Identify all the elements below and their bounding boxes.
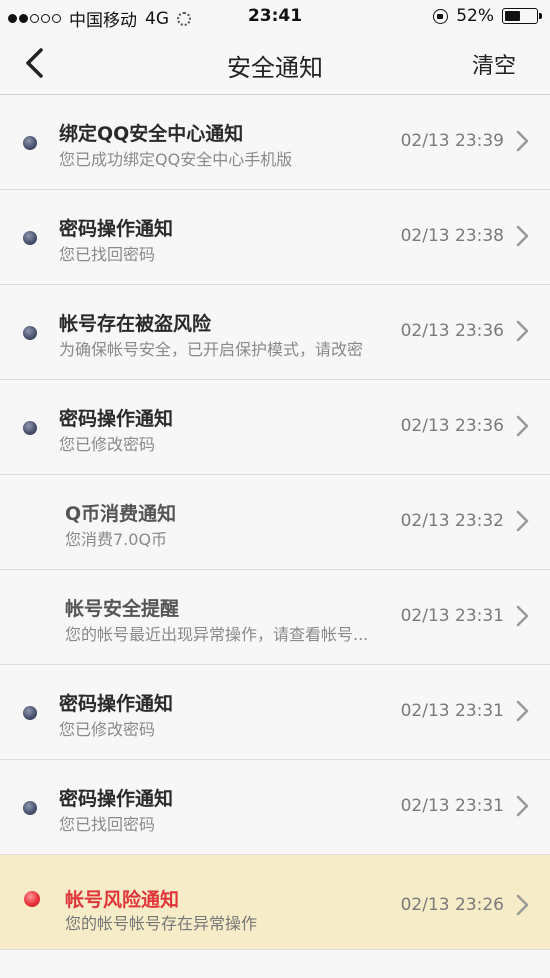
notification-subtitle: 您消费7.0Q币: [65, 530, 168, 549]
unread-indicator-icon: [23, 136, 37, 150]
chevron-right-icon: [516, 605, 529, 627]
notification-row[interactable]: 帐号安全提醒您的帐号最近出现异常操作，请查看帐号... 02/13 23:31: [0, 570, 550, 665]
notification-title: 帐号风险通知: [65, 889, 180, 911]
chevron-right-icon: [516, 225, 529, 247]
notification-row[interactable]: 密码操作通知 您已修改密码 02/13 23:36: [0, 380, 550, 475]
notification-title: 密码操作通知: [59, 408, 174, 430]
notification-time: 02/13 23:36: [400, 321, 504, 341]
notification-row[interactable]: 帐号风险通知您的帐号帐号存在异常操作 02/13 23:26: [0, 855, 550, 950]
status-right: 52%: [433, 6, 542, 26]
notification-time: 02/13 23:38: [400, 226, 504, 246]
notification-row[interactable]: Q币消费通知 您消费7.0Q币 02/13 23:32: [0, 475, 550, 570]
notification-title: 密码操作通知: [59, 218, 174, 240]
battery-icon: [502, 8, 542, 24]
unread-indicator-icon: [23, 801, 37, 815]
alert-indicator-icon: [24, 891, 40, 907]
notification-time: 02/13 23:31: [400, 606, 504, 626]
battery-percent: 52%: [456, 6, 494, 26]
notification-row[interactable]: 密码操作通知 您已找回密码 02/13 23:31: [0, 760, 550, 855]
unread-indicator-icon: [23, 326, 37, 340]
notification-subtitle: 您的帐号帐号存在异常操作: [65, 914, 258, 933]
notification-title: 帐号安全提醒: [65, 598, 180, 620]
notification-time: 02/13 23:26: [400, 895, 504, 915]
notification-list: 绑定QQ安全中心通知您已成功绑定QQ安全中心手机版 02/13 23:39 密码操作…: [0, 95, 550, 950]
notification-subtitle: 您已找回密码: [59, 245, 156, 264]
notification-time: 02/13 23:31: [400, 796, 504, 816]
chevron-right-icon: [516, 894, 529, 916]
notification-row[interactable]: 密码操作通知 您已找回密码 02/13 23:38: [0, 190, 550, 285]
notification-subtitle: 您已修改密码: [59, 720, 156, 739]
chevron-right-icon: [516, 700, 529, 722]
notification-subtitle: 您已找回密码: [59, 815, 156, 834]
chevron-right-icon: [516, 130, 529, 152]
chevron-right-icon: [516, 415, 529, 437]
chevron-right-icon: [516, 510, 529, 532]
notification-time: 02/13 23:36: [400, 416, 504, 436]
chevron-right-icon: [516, 795, 529, 817]
notification-subtitle: 您的帐号最近出现异常操作，请查看帐号...: [65, 625, 369, 644]
notification-title: 绑定QQ安全中心通知: [59, 123, 244, 145]
notification-title: 密码操作通知: [59, 693, 174, 715]
chevron-right-icon: [516, 320, 529, 342]
page-title: 安全通知: [227, 54, 323, 82]
unread-indicator-icon: [23, 231, 37, 245]
notification-row[interactable]: 帐号存在被盗风险为确保帐号安全，已开启保护模式，请改密 02/13 23:36: [0, 285, 550, 380]
notification-time: 02/13 23:39: [400, 131, 504, 151]
notification-subtitle: 您已成功绑定QQ安全中心手机版: [59, 150, 293, 169]
clear-button[interactable]: 清空: [472, 48, 516, 80]
notification-title: Q币消费通知: [65, 503, 177, 525]
rotation-lock-icon: [433, 8, 449, 24]
notification-title: 密码操作通知: [59, 788, 174, 810]
notification-time: 02/13 23:31: [400, 701, 504, 721]
status-bar: 中国移动 4G 23:41 52%: [0, 0, 550, 32]
notification-subtitle: 为确保帐号安全，已开启保护模式，请改密: [59, 340, 364, 359]
notification-row[interactable]: 绑定QQ安全中心通知您已成功绑定QQ安全中心手机版 02/13 23:39: [0, 95, 550, 190]
unread-indicator-icon: [23, 421, 37, 435]
notification-subtitle: 您已修改密码: [59, 435, 156, 454]
notification-title: 帐号存在被盗风险: [59, 313, 212, 335]
navigation-bar: 安全通知 清空: [0, 32, 550, 95]
notification-row[interactable]: 密码操作通知 您已修改密码 02/13 23:31: [0, 665, 550, 760]
unread-indicator-icon: [23, 706, 37, 720]
notification-time: 02/13 23:32: [400, 511, 504, 531]
